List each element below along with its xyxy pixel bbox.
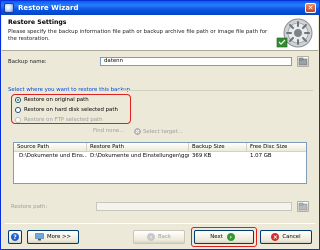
header-description: Please specify the backup information fi… (8, 29, 268, 42)
wizard-header: Restore Settings Please specify the back… (2, 15, 318, 51)
table-row[interactable]: D:\Dokumente und Eins... D:\Dokumente un… (14, 152, 306, 161)
section-divider (117, 90, 313, 91)
radio-ftp-path[interactable]: Restore on FTP selected path (15, 117, 103, 123)
close-button[interactable]: ✕ (305, 3, 316, 13)
cell-size: 369 KB (192, 153, 212, 159)
header-title: Restore Settings (8, 19, 67, 26)
select-target-label: Select target... (143, 128, 183, 135)
column-header-restore[interactable]: Restore Path (87, 143, 189, 151)
restore-wizard-window: Restore Wizard ✕ Restore Settings Please… (0, 0, 320, 250)
next-arrow-icon: › (226, 233, 235, 241)
next-button[interactable]: Next › (194, 230, 254, 244)
help-icon: ? (11, 233, 19, 241)
cancel-button[interactable]: × Cancel (260, 230, 312, 244)
cell-source-text: D:\Dokumente und Eins... (19, 153, 87, 159)
title-bar: Restore Wizard ✕ (1, 1, 319, 15)
cancel-icon: × (271, 233, 280, 241)
more-button-label: More >> (46, 234, 72, 240)
radio-button-disabled[interactable] (15, 117, 21, 123)
radio-button-checked[interactable] (15, 97, 21, 103)
backup-name-field[interactable]: datenn (100, 57, 292, 66)
cell-source: D:\Dokumente und Eins... (14, 152, 87, 161)
radio-hard-disk-path[interactable]: Restore on hard disk selected path (15, 107, 118, 113)
next-button-label: Next (210, 234, 223, 240)
restore-location-section-title: Select where you want to restore this ba… (8, 87, 131, 93)
cancel-button-label: Cancel (282, 234, 301, 240)
back-arrow-icon: ‹ (146, 233, 155, 241)
cell-free: 1.07 GB (250, 153, 272, 159)
radio-button[interactable] (15, 107, 21, 113)
folder-icon (298, 57, 308, 66)
back-button-label: Back (157, 234, 172, 240)
computer-icon (35, 233, 44, 241)
restore-items-table: Source Path Restore Path Backup Size Fre… (13, 142, 307, 184)
find-none-button[interactable]: Find none... (93, 128, 124, 134)
restore-path-field[interactable] (96, 202, 292, 211)
column-header-source[interactable]: Source Path (14, 143, 87, 151)
window-title: Restore Wizard (18, 4, 79, 12)
back-button[interactable]: ‹ Back (133, 230, 185, 244)
radio-original-path[interactable]: Restore on original path (15, 97, 89, 103)
cell-restore: D:\Dokumente und Einstellungen\ggr... (90, 153, 189, 159)
column-header-size[interactable]: Backup Size (189, 143, 247, 151)
column-header-free[interactable]: Free Disc Size (247, 143, 306, 151)
backup-name-label: Backup name: (8, 59, 47, 65)
help-button[interactable]: ? (8, 230, 22, 244)
restore-path-label: Restore path: (11, 204, 48, 210)
radio-ftp-path-label: Restore on FTP selected path (24, 117, 103, 123)
radio-original-path-label: Restore on original path (24, 97, 89, 103)
select-target-button[interactable]: Select target... (134, 128, 183, 135)
app-icon (4, 3, 14, 13)
folder-icon (298, 202, 308, 211)
vault-graphic-icon (274, 16, 314, 49)
browse-backup-button[interactable] (297, 56, 309, 67)
target-icon (134, 128, 141, 135)
footer-divider (5, 223, 315, 224)
radio-hard-disk-path-label: Restore on hard disk selected path (24, 107, 118, 113)
table-header: Source Path Restore Path Backup Size Fre… (14, 143, 306, 152)
browse-restore-path-button[interactable] (297, 201, 309, 212)
more-button[interactable]: More >> (27, 230, 79, 244)
